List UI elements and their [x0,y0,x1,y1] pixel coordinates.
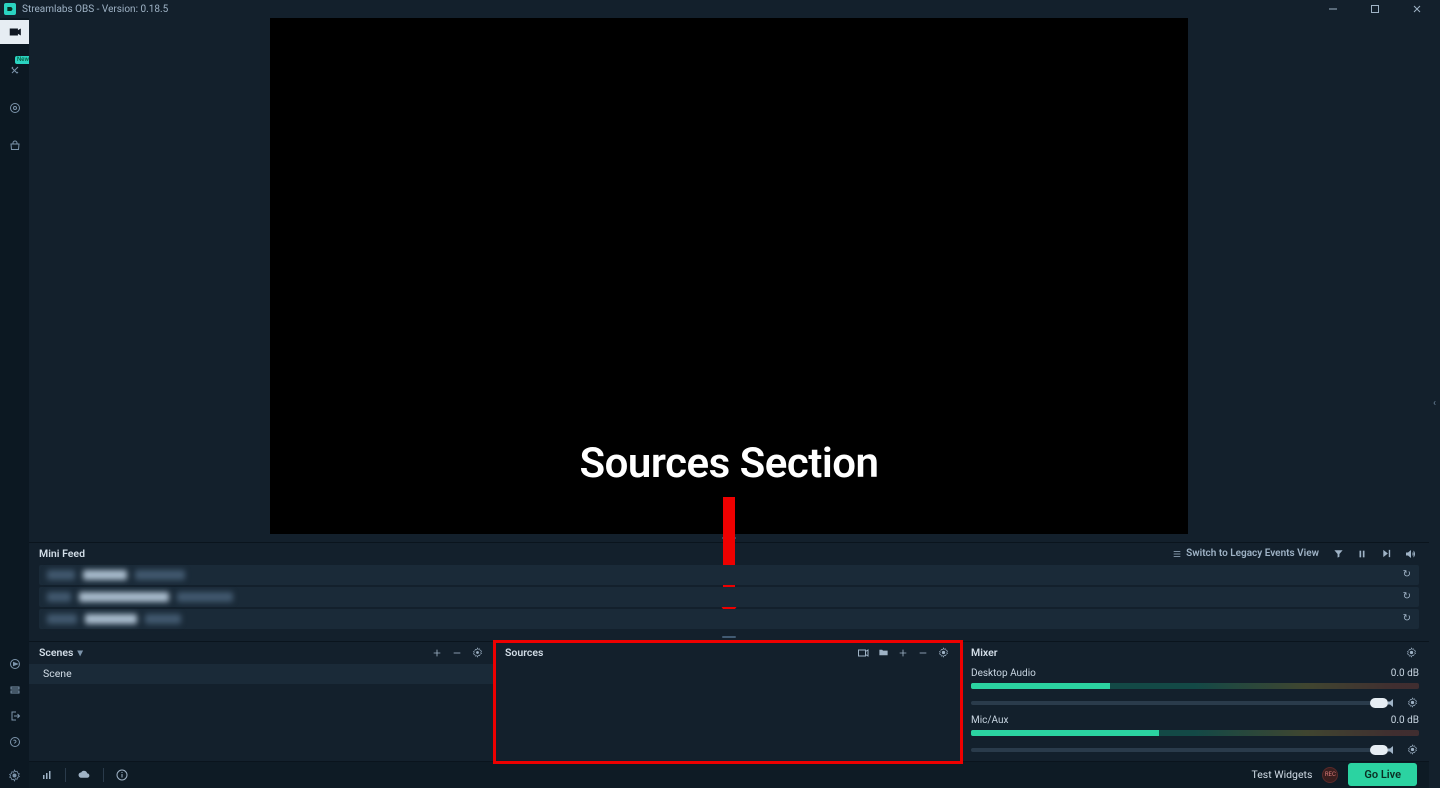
cloud-icon[interactable] [78,768,91,781]
feed-mute-icon[interactable] [1401,545,1419,563]
slider-thumb[interactable] [1370,698,1388,708]
mixer-panel: Mixer Desktop Audio 0.0 dB [961,642,1429,761]
mixer-track: Desktop Audio 0.0 dB [961,664,1429,711]
remove-scene-button[interactable] [449,645,465,661]
scene-settings-button[interactable] [469,645,485,661]
add-folder-button[interactable] [875,645,891,661]
track-settings-icon[interactable] [1405,696,1419,710]
vu-meter [971,683,1419,689]
nav-themes[interactable]: New [0,58,29,82]
scene-item-label: Scene [43,667,72,680]
nav-editor[interactable] [0,20,29,44]
info-icon[interactable] [116,769,128,781]
record-button[interactable]: REC [1322,767,1338,783]
mixer-title: Mixer [971,646,998,659]
window-minimize-button[interactable] [1314,0,1352,18]
scenes-collections-dropdown[interactable]: ▾ [77,646,82,659]
nav-dashboard[interactable] [0,96,29,120]
window-title: Streamlabs OBS - Version: 0.18.5 [22,4,168,15]
window-titlebar: Streamlabs OBS - Version: 0.18.5 [0,0,1440,18]
scenes-panel: Scenes ▾ Scene [29,642,495,761]
right-collapse-rail[interactable]: ‹ [1429,18,1440,788]
app-logo-icon [4,3,16,15]
remove-source-button[interactable] [915,645,931,661]
feed-filter-icon[interactable] [1329,545,1347,563]
replay-event-icon[interactable]: ↻ [1403,591,1411,602]
volume-slider[interactable] [971,701,1379,705]
mixer-track-db: 0.0 dB [1391,668,1419,679]
add-scene-button[interactable] [429,645,445,661]
mixer-track-label: Mic/Aux [971,715,1008,726]
nav-settings[interactable] [0,769,29,782]
annotation-label: Sources Section [580,439,879,488]
slider-thumb[interactable] [1370,745,1388,755]
feed-event-row[interactable]: ↻ [39,565,1419,585]
nav-layout-editor[interactable] [9,684,21,696]
mixer-settings-button[interactable] [1403,645,1419,661]
mixer-track-db: 0.0 dB [1391,715,1419,726]
nav-logout[interactable] [9,710,21,722]
nav-store[interactable] [0,134,29,158]
switch-legacy-events-link[interactable]: Switch to Legacy Events View [1172,548,1319,559]
chevron-left-icon: ‹ [1433,398,1436,409]
sources-title: Sources [505,646,543,659]
feed-event-row[interactable]: ↻ [39,609,1419,629]
go-live-button[interactable]: Go Live [1348,763,1417,786]
track-settings-icon[interactable] [1405,743,1419,757]
replay-event-icon[interactable]: ↻ [1403,569,1411,580]
feed-skip-icon[interactable] [1377,545,1395,563]
left-bottom-nav [0,658,29,748]
replay-event-icon[interactable]: ↻ [1403,613,1411,624]
stats-icon[interactable] [41,769,53,781]
sources-list[interactable] [495,664,961,761]
vu-meter [971,730,1419,736]
mixer-track-label: Desktop Audio [971,668,1036,679]
window-close-button[interactable] [1398,0,1436,18]
scene-item[interactable]: Scene [29,664,495,684]
add-source-button[interactable] [895,645,911,661]
preview-area: Sources Section [29,18,1429,534]
toggle-source-visibility-button[interactable] [855,645,871,661]
test-widgets-button[interactable]: Test Widgets [1251,768,1312,781]
nav-help[interactable] [9,736,21,748]
bottom-bar: Test Widgets REC Go Live [29,761,1429,788]
source-settings-button[interactable] [935,645,951,661]
mixer-track: Mic/Aux 0.0 dB [961,711,1429,758]
sources-panel: Sources [495,642,961,761]
panel-resize-handle-bottom[interactable] [29,633,1429,641]
preview-canvas[interactable]: Sources Section [270,18,1188,534]
window-maximize-button[interactable] [1356,0,1394,18]
feed-pause-icon[interactable] [1353,545,1371,563]
feed-event-row[interactable]: ↻ [39,587,1419,607]
scenes-title: Scenes [39,646,73,659]
nav-studio-mode[interactable] [9,658,21,670]
volume-slider[interactable] [971,748,1379,752]
mini-feed-title: Mini Feed [39,547,85,560]
